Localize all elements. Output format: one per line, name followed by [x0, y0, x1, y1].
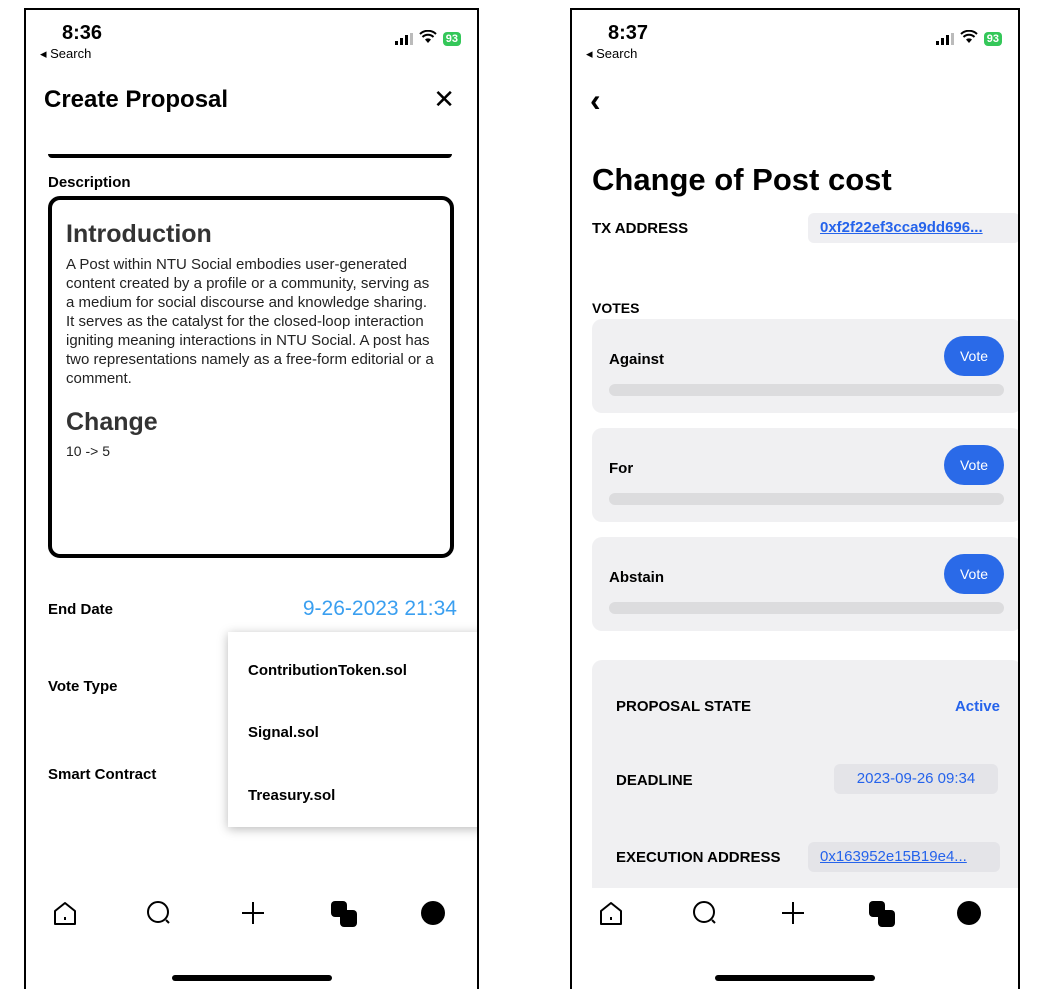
proposal-detail-screen: 8:37 ◂ Search 93 ‹ Change of Post cost T… — [570, 8, 1020, 989]
battery-icon: 93 — [983, 31, 1002, 46]
vote-option-against: Against Vote — [592, 319, 1018, 413]
dropdown-option[interactable]: Treasury.sol — [248, 787, 335, 804]
status-icons: 93 — [394, 29, 461, 47]
vote-for-button[interactable]: Vote — [944, 445, 1004, 485]
dropdown-option[interactable]: ContributionToken.sol — [248, 662, 407, 679]
search-icon[interactable] — [144, 898, 174, 933]
create-proposal-screen: 8:36 ◂ Search 93 Create Proposal ✕ Descr… — [24, 8, 479, 989]
bottom-nav — [26, 898, 477, 938]
tx-address-label: TX ADDRESS — [592, 220, 689, 237]
profile-icon[interactable] — [418, 898, 448, 933]
status-bar: 8:37 ◂ Search 93 — [572, 10, 1018, 70]
description-label: Description — [48, 174, 131, 191]
deadline-value: 2023-09-26 09:34 — [834, 764, 998, 794]
bottom-nav — [572, 888, 1018, 958]
tx-address-link[interactable]: 0xf2f22ef3cca9dd696... — [808, 213, 1018, 243]
intro-text: A Post within NTU Social embodies user-g… — [66, 256, 434, 387]
vote-option-abstain: Abstain Vote — [592, 537, 1018, 631]
smart-contract-dropdown: ContributionToken.sol Signal.sol Treasur… — [228, 632, 477, 827]
vote-type-label: Vote Type — [48, 678, 118, 695]
vote-option-name: Against — [609, 351, 665, 368]
proposal-state-label: PROPOSAL STATE — [616, 698, 752, 715]
plus-icon[interactable] — [238, 898, 268, 933]
back-to-search-link[interactable]: ◂ Search — [40, 46, 91, 62]
plus-icon[interactable] — [778, 898, 808, 933]
end-date-picker[interactable]: 9-26-2023 21:34 — [303, 597, 457, 621]
proposal-title: Change of Post cost — [592, 162, 892, 197]
profile-icon[interactable] — [954, 898, 984, 933]
vote-progress-bar — [609, 602, 1004, 614]
change-text: 10 -> 5 — [66, 443, 110, 459]
communities-icon[interactable] — [866, 898, 898, 935]
proposal-state-value: Active — [954, 698, 1000, 715]
signal-icon — [935, 32, 954, 45]
vote-progress-bar — [609, 493, 1004, 505]
status-bar: 8:36 ◂ Search 93 — [26, 10, 477, 70]
dropdown-option[interactable]: Signal.sol — [248, 724, 319, 741]
search-icon[interactable] — [690, 898, 720, 933]
status-icons: 93 — [935, 29, 1002, 47]
vote-progress-bar — [609, 384, 1004, 396]
wifi-icon — [960, 29, 978, 47]
home-icon[interactable] — [50, 898, 80, 933]
vote-option-for: For Vote — [592, 428, 1018, 522]
proposal-info-card: PROPOSAL STATE Active DEADLINE 2023-09-2… — [592, 660, 1018, 920]
signal-icon — [394, 32, 413, 45]
home-icon[interactable] — [596, 898, 626, 933]
votes-label: VOTES — [592, 300, 640, 316]
vote-option-name: Abstain — [609, 569, 665, 586]
change-heading: Change — [66, 408, 158, 436]
deadline-label: DEADLINE — [616, 772, 693, 789]
communities-icon[interactable] — [328, 898, 360, 935]
execution-address-label: EXECUTION ADDRESS — [616, 849, 781, 866]
vote-against-button[interactable]: Vote — [944, 336, 1004, 376]
page-title: Create Proposal — [44, 86, 229, 113]
back-to-search-link[interactable]: ◂ Search — [586, 46, 637, 62]
home-indicator — [715, 975, 875, 981]
intro-heading: Introduction — [66, 220, 212, 248]
home-indicator — [171, 975, 332, 981]
back-chevron-icon[interactable]: ‹ — [590, 82, 601, 119]
vote-option-name: For — [609, 460, 634, 477]
wifi-icon — [419, 29, 437, 47]
end-date-label: End Date — [48, 601, 114, 618]
execution-address-link[interactable]: 0x163952e15B19e4... — [808, 842, 1000, 872]
vote-abstain-button[interactable]: Vote — [944, 554, 1004, 594]
battery-icon: 93 — [442, 31, 461, 46]
close-icon[interactable]: ✕ — [433, 84, 455, 115]
status-time: 8:37 — [608, 22, 649, 44]
smart-contract-label: Smart Contract — [48, 766, 157, 783]
title-input-edge — [48, 154, 452, 158]
status-time: 8:36 — [62, 22, 103, 44]
description-editor[interactable]: Introduction A Post within NTU Social em… — [48, 196, 454, 558]
